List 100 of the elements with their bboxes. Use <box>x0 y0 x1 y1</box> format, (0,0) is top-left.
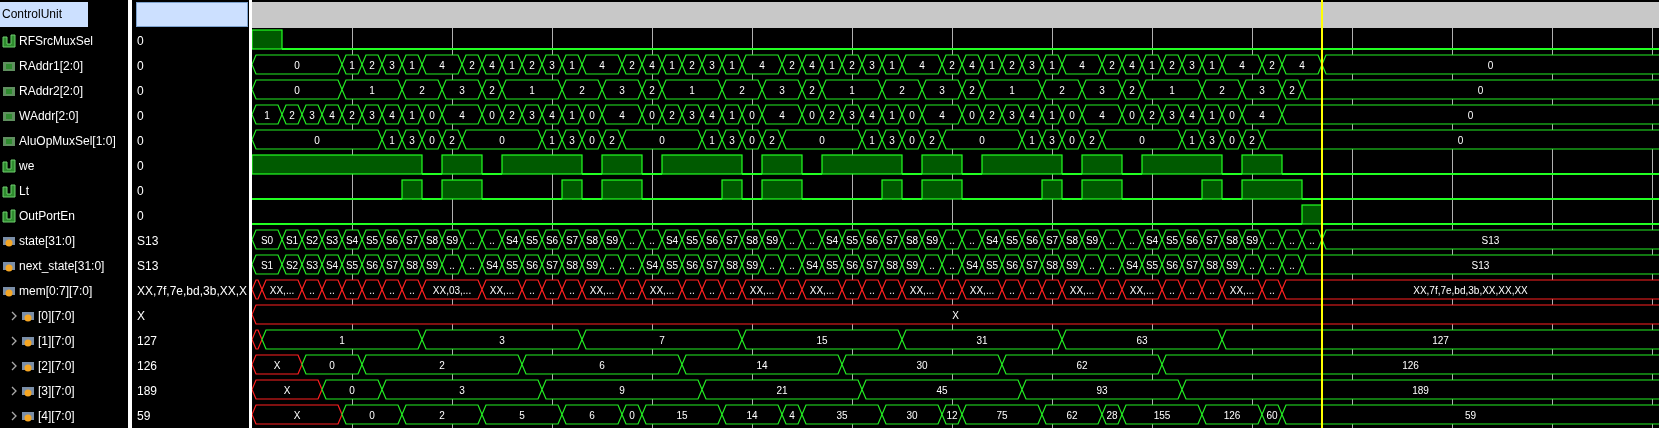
signal-name[interactable]: WAddr[2:0] <box>19 106 79 125</box>
bus-value-segment: 0 <box>581 129 603 150</box>
bus-value-segment: XX,... <box>801 279 843 300</box>
bus-value-segment: 4 <box>421 54 463 75</box>
bus-value-segment: .. <box>341 279 363 300</box>
bus-value-segment: 2 <box>961 79 983 100</box>
bus-value-segment: 45 <box>861 379 1023 400</box>
bus-value-segment: 2 <box>921 129 943 150</box>
bus-value-segment: S4 <box>481 254 503 275</box>
bus-value-segment: 3 <box>1021 54 1043 75</box>
signal-name[interactable]: OutPortEn <box>19 206 76 225</box>
bus-value-segment: 0 <box>741 129 763 150</box>
bus-value-segment: S8 <box>721 254 743 275</box>
bus-value-segment: 1 <box>881 104 903 125</box>
bus-value-segment: 2 <box>1201 79 1243 100</box>
bus-value-segment: .. <box>941 229 963 250</box>
bus-value-segment: XX,... <box>481 279 523 300</box>
bus-value-segment: 0 <box>1121 104 1143 125</box>
signal-name[interactable]: [3][7:0] <box>38 381 75 400</box>
bus-value-segment: 4 <box>1121 54 1143 75</box>
bus-value-segment: 3 <box>1181 54 1203 75</box>
signal-name[interactable]: Lt <box>19 181 29 200</box>
signal-name[interactable]: RFSrcMuxSel <box>19 31 93 50</box>
bus-value-segment: 1 <box>381 129 403 150</box>
signal-name[interactable]: [4][7:0] <box>38 406 75 425</box>
chevron-right-icon[interactable] <box>10 410 18 421</box>
signal-name[interactable]: RAddr2[2:0] <box>19 81 84 100</box>
bus-value-segment: 0 <box>621 404 643 425</box>
bus-value-segment: 4 <box>541 104 563 125</box>
bus-value-segment: .. <box>721 279 743 300</box>
bus-value-segment: S7 <box>561 229 583 250</box>
bus-value-segment: .. <box>641 229 663 250</box>
signal-value: S13 <box>137 232 159 250</box>
bus-value-segment: 2 <box>781 54 803 75</box>
bus-value-segment: 4 <box>381 104 403 125</box>
signal-name[interactable]: [2][7:0] <box>38 356 75 375</box>
chevron-right-icon[interactable] <box>10 335 18 346</box>
bus-value-segment: 3 <box>1241 79 1283 100</box>
bus-value-segment: .. <box>1261 229 1283 250</box>
bus-value-segment: 2 <box>521 54 543 75</box>
bus-value-segment: 2 <box>1141 104 1163 125</box>
bus-value-segment: 2 <box>1101 54 1123 75</box>
chevron-right-icon[interactable] <box>10 310 18 321</box>
signal-value: 0 <box>137 182 144 200</box>
bus-value-segment: 28 <box>1101 404 1123 425</box>
signal-name[interactable]: RAddr1[2:0] <box>19 56 84 75</box>
bus-value-segment: S6 <box>681 254 703 275</box>
chevron-right-icon[interactable] <box>10 385 18 396</box>
bus-value-segment: 0 <box>321 379 383 400</box>
bus-value-segment: 3 <box>841 104 863 125</box>
chevron-right-icon[interactable] <box>10 360 18 371</box>
bus-value-segment: S7 <box>1181 254 1203 275</box>
bus-value-segment: XX,... <box>641 279 683 300</box>
bus-value-segment: 3 <box>521 104 543 125</box>
bus-value-segment: 3 <box>861 54 883 75</box>
bus-value-segment: 3 <box>1161 104 1183 125</box>
bus-value-segment: S7 <box>541 254 563 275</box>
bus-value-segment: .. <box>541 279 563 300</box>
signal-name[interactable]: we <box>19 156 35 175</box>
signal-name[interactable]: AluOpMuxSel[1:0] <box>19 131 116 150</box>
bus-value-segment: 2 <box>1281 79 1303 100</box>
bus-value-segment: .. <box>881 279 903 300</box>
bus-value-segment: .. <box>1101 254 1123 275</box>
bus-value-segment: 3 <box>1201 129 1223 150</box>
bus-value-segment: S5 <box>361 229 383 250</box>
signal-name[interactable]: state[31:0] <box>19 231 76 250</box>
bus-value-segment: 5 <box>481 404 563 425</box>
bus-value-segment: S9 <box>1241 229 1263 250</box>
bus-value-segment: 2 <box>621 54 643 75</box>
bus-value-segment: 0 <box>341 404 403 425</box>
bus-value-segment: 4 <box>901 54 943 75</box>
bus-value-segment: S9 <box>921 229 943 250</box>
bus-value-segment: 21 <box>701 379 863 400</box>
bus-value-segment: 4 <box>1281 54 1323 75</box>
bus-value-segment: 0 <box>961 104 983 125</box>
bus-value-segment: 0 <box>581 104 603 125</box>
signal-name[interactable]: mem[0:7][7:0] <box>19 281 93 300</box>
bus-value-segment: 4 <box>801 54 823 75</box>
bus-value-segment: .. <box>1121 229 1143 250</box>
signal-name[interactable]: [1][7:0] <box>38 331 75 350</box>
bus-value-segment: S8 <box>421 229 443 250</box>
bus-value-segment: S5 <box>841 229 863 250</box>
signal-value: 0 <box>137 132 144 150</box>
bus-value-segment: .. <box>601 254 623 275</box>
bus-value-segment: .. <box>1261 279 1283 300</box>
bus-value-segment: S8 <box>401 254 423 275</box>
bus-value-segment: 0 <box>1061 129 1083 150</box>
bus-value-segment: 3 <box>301 104 323 125</box>
bus-value-segment: 4 <box>1221 54 1263 75</box>
bus-value-segment: S7 <box>881 229 903 250</box>
bus-value-segment: .. <box>621 229 643 250</box>
signal-name[interactable]: [0][7:0] <box>38 306 75 325</box>
bus-value-segment: 1 <box>721 104 743 125</box>
bus-value-segment: S5 <box>981 254 1003 275</box>
bus-value-segment: 0 <box>741 104 763 125</box>
bus-value-segment: 4 <box>641 54 663 75</box>
bus-value-segment: 2 <box>941 54 963 75</box>
signal-name[interactable]: next_state[31:0] <box>19 256 105 275</box>
bus-value-segment: 1 <box>541 129 563 150</box>
bus-value-segment: 63 <box>1061 329 1223 350</box>
